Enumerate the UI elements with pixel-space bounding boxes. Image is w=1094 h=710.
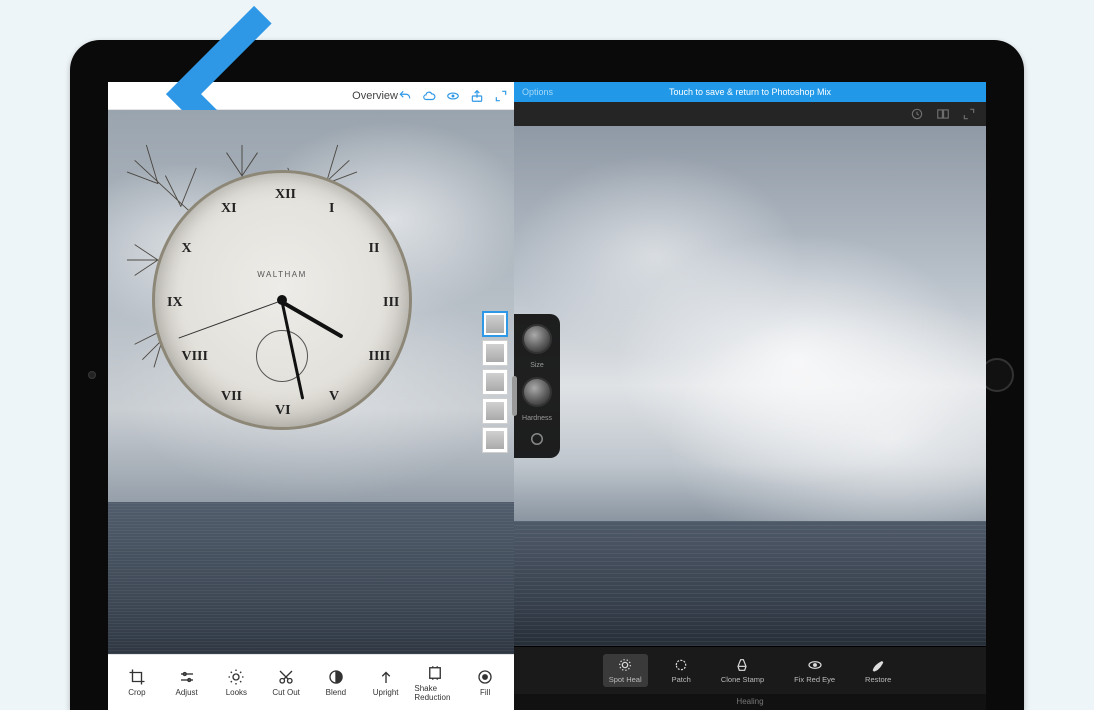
left-canvas[interactable]: WALTHAM XIIIIIIIIIIIIVVIVIIVIIIIXXXI	[108, 110, 514, 654]
cutout-icon	[277, 668, 295, 686]
options-link[interactable]: Options	[522, 87, 553, 97]
compare-icon[interactable]	[936, 107, 950, 121]
mode-label: Healing	[514, 694, 986, 710]
layer-thumbnails	[482, 311, 508, 453]
tool-label: Restore	[865, 675, 891, 684]
adjust-icon	[178, 668, 196, 686]
spotheal-icon	[617, 657, 633, 673]
clock-composite: WALTHAM XIIIIIIIIIIIIVVIVIIVIIIIXXXI	[152, 170, 412, 430]
blend-icon	[327, 668, 345, 686]
tablet-bezel: Overview	[70, 40, 1024, 710]
crop-icon	[128, 668, 146, 686]
seconds-subdial	[256, 330, 308, 382]
numeral-IX: IX	[167, 295, 183, 311]
shake-icon	[426, 664, 444, 682]
clock-face: WALTHAM XIIIIIIIIIIIIVVIVIIVIIIIXXXI	[152, 170, 412, 430]
layer-thumb-0[interactable]	[482, 311, 508, 337]
right-bottom-toolbar: Spot Heal Patch Clone Stamp Fix Red Eye Rest…	[514, 646, 986, 694]
tool-cutout[interactable]: Cut Out	[265, 668, 307, 697]
share-icon[interactable]	[470, 89, 484, 103]
brush-extra-icon[interactable]	[528, 430, 546, 448]
hardness-label: Hardness	[522, 415, 552, 422]
brush-settings-panel: Size Hardness	[514, 314, 560, 458]
horizon-sea	[514, 521, 986, 646]
redeye-icon	[807, 657, 823, 673]
tool-restore[interactable]: Restore	[859, 654, 897, 687]
tool-shake[interactable]: Shake Reduction	[414, 664, 456, 702]
tool-blend[interactable]: Blend	[315, 668, 357, 697]
layer-thumb-3[interactable]	[482, 398, 508, 424]
numeral-II: II	[369, 241, 380, 257]
numeral-III: III	[383, 295, 399, 311]
tool-label: Fill	[480, 688, 490, 697]
tool-looks[interactable]: Looks	[215, 668, 257, 697]
tool-patch[interactable]: Patch	[666, 654, 697, 687]
tool-label: Cut Out	[272, 688, 300, 697]
right-topbar	[514, 102, 986, 126]
tool-redeye[interactable]: Fix Red Eye	[788, 654, 841, 687]
clone-icon	[734, 657, 750, 673]
numeral-I: I	[329, 201, 334, 217]
numeral-VII: VII	[221, 389, 242, 405]
return-banner[interactable]: Options Touch to save & return to Photos…	[514, 82, 986, 102]
fullscreen-icon[interactable]	[962, 107, 976, 121]
front-camera	[88, 371, 96, 379]
numeral-XI: XI	[221, 201, 237, 217]
patch-icon	[673, 657, 689, 673]
center-pin	[277, 295, 287, 305]
split-view-handle[interactable]	[512, 376, 517, 416]
left-app-photoshop-mix: Overview	[108, 82, 514, 710]
looks-icon	[227, 668, 245, 686]
hardness-dial[interactable]	[522, 377, 552, 407]
tool-label: Clone Stamp	[721, 675, 764, 684]
page-title: Overview	[352, 90, 398, 102]
size-dial[interactable]	[522, 324, 552, 354]
split-screen: Overview	[108, 82, 986, 710]
tool-label: Fix Red Eye	[794, 675, 835, 684]
numeral-V: V	[329, 389, 339, 405]
size-label: Size	[530, 362, 544, 369]
tool-label: Patch	[672, 675, 691, 684]
eye-icon[interactable]	[446, 89, 460, 103]
layer-thumb-1[interactable]	[482, 340, 508, 366]
tool-label: Adjust	[176, 688, 198, 697]
layer-thumb-2[interactable]	[482, 369, 508, 395]
second-hand	[178, 300, 282, 339]
right-canvas[interactable]: Size Hardness	[514, 126, 986, 646]
clock-brand: WALTHAM	[155, 270, 409, 279]
upright-icon	[377, 668, 395, 686]
tool-label: Looks	[226, 688, 247, 697]
tool-adjust[interactable]: Adjust	[166, 668, 208, 697]
cloud-icon[interactable]	[422, 89, 436, 103]
tool-fill[interactable]: Fill	[464, 668, 506, 697]
tool-spotheal[interactable]: Spot Heal	[603, 654, 648, 687]
numeral-VIII: VIII	[181, 349, 207, 365]
numeral-IIII: IIII	[369, 349, 391, 365]
undo-icon[interactable]	[398, 89, 412, 103]
tool-clone[interactable]: Clone Stamp	[715, 654, 770, 687]
tool-label: Spot Heal	[609, 675, 642, 684]
sea-backdrop	[108, 502, 514, 654]
numeral-XII: XII	[275, 187, 296, 203]
history-icon[interactable]	[910, 107, 924, 121]
tool-label: Upright	[373, 688, 399, 697]
expand-icon[interactable]	[494, 89, 508, 103]
tool-crop[interactable]: Crop	[116, 668, 158, 697]
fill-icon	[476, 668, 494, 686]
numeral-X: X	[181, 241, 191, 257]
tool-label: Blend	[326, 688, 346, 697]
tool-upright[interactable]: Upright	[365, 668, 407, 697]
restore-icon	[870, 657, 886, 673]
tool-label: Crop	[128, 688, 145, 697]
left-topbar: Overview	[108, 82, 514, 110]
right-app-photoshop-fix: Options Touch to save & return to Photos…	[514, 82, 986, 710]
banner-text: Touch to save & return to Photoshop Mix	[669, 87, 831, 97]
numeral-VI: VI	[275, 403, 291, 419]
layer-thumb-4[interactable]	[482, 427, 508, 453]
tool-label: Shake Reduction	[414, 684, 456, 702]
